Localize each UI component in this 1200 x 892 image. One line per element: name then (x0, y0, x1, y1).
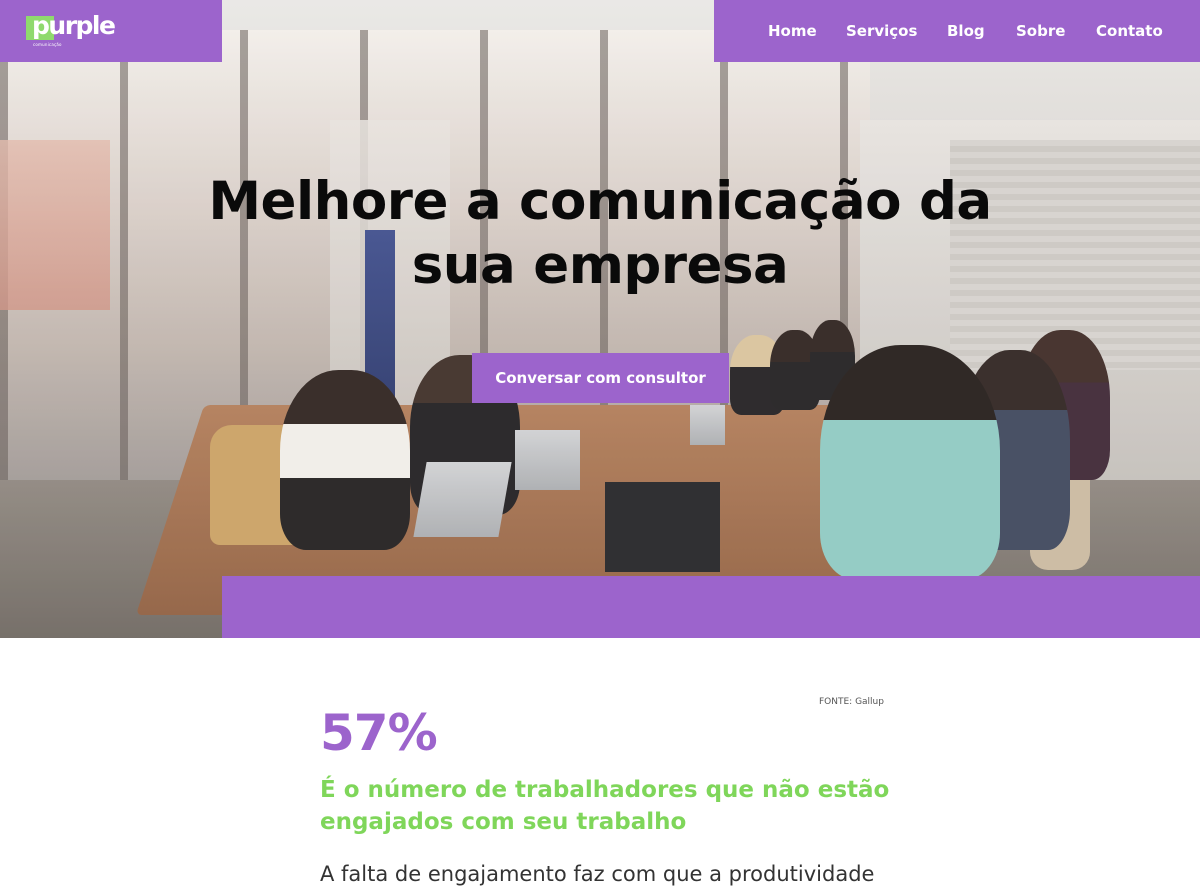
stat-body-text: A falta de engajamento faz com que a pro… (320, 862, 875, 886)
nav-contato[interactable]: Contato (1096, 22, 1163, 40)
hero-headline: Melhore a comunicação da sua empresa (0, 170, 1200, 298)
hero-headline-line1: Melhore a comunicação da (208, 171, 992, 232)
logo-link[interactable]: purple comunicação (0, 0, 222, 62)
stat-caption: É o número de trabalhadores que não estã… (320, 777, 890, 835)
stat-number: 57% (320, 704, 438, 762)
logo-tagline: comunicação (33, 42, 62, 47)
hero-photo-tint (0, 0, 1200, 638)
nav-blog[interactable]: Blog (947, 22, 985, 40)
logo-wordmark: purple (32, 11, 116, 40)
main-nav: Home Serviços Blog Sobre Contato (714, 0, 1200, 62)
hero-headline-line2: sua empresa (411, 235, 789, 296)
hero-accent-band (222, 576, 1200, 638)
nav-servicos[interactable]: Serviços (846, 22, 917, 40)
hero-section: purple comunicação Home Serviços Blog So… (0, 0, 1200, 638)
talk-to-consultant-button[interactable]: Conversar com consultor (472, 353, 729, 403)
nav-sobre[interactable]: Sobre (1016, 22, 1065, 40)
nav-home[interactable]: Home (768, 22, 817, 40)
stat-source: FONTE: Gallup (819, 697, 884, 707)
